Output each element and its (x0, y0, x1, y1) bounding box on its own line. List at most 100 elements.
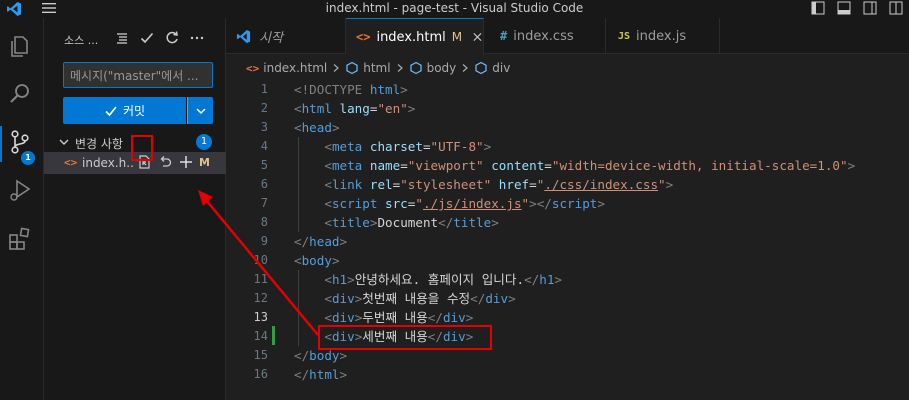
title-bar: index.html - page-test - Visual Studio C… (0, 0, 909, 18)
code-line[interactable]: <div>첫번째 내용을 수정</div> (294, 289, 515, 308)
code-line[interactable]: <title>Document</title> (294, 213, 499, 232)
search-icon[interactable] (6, 80, 34, 108)
discard-changes-icon[interactable] (157, 154, 173, 170)
check-icon (105, 105, 117, 116)
code-token: </ (294, 348, 310, 363)
html-file-icon: <> (64, 156, 78, 169)
code-token: > (400, 82, 408, 97)
code-token: title (453, 215, 492, 230)
code-token: < (324, 177, 332, 192)
code-token: < (324, 196, 332, 211)
commit-check-icon[interactable] (139, 30, 155, 46)
tab-index-js[interactable]: JS index.js (606, 18, 720, 54)
code-line[interactable]: <meta name="viewport" content="width=dev… (294, 156, 855, 175)
toggle-panel-icon[interactable] (837, 1, 851, 15)
run-debug-icon[interactable] (6, 176, 34, 204)
code-token: </ (427, 310, 443, 325)
changed-file-name: index.h... (82, 156, 134, 170)
commit-button[interactable]: 커밋 (63, 97, 186, 124)
code-line[interactable]: </head> (294, 232, 347, 251)
js-file-icon: JS (618, 30, 631, 42)
code-token: </ (438, 215, 454, 230)
breadcrumb-item[interactable]: body (427, 61, 457, 75)
tab-label: 시작 (259, 30, 283, 46)
code-token: name (369, 158, 401, 173)
code-token: script (551, 196, 598, 211)
code-token: rel (369, 177, 393, 192)
line-number: 12 (253, 291, 268, 305)
code-token: > (347, 272, 355, 287)
code-token: > (491, 215, 499, 230)
code-token: < (324, 215, 332, 230)
css-file-icon: # (500, 29, 508, 43)
breadcrumb-item[interactable]: html (363, 61, 390, 75)
code-token: </ (294, 367, 310, 382)
code-token: " (415, 196, 423, 211)
commit-message-input[interactable]: 메시지("master"에서 ... (63, 62, 213, 88)
code-line[interactable]: <head> (294, 118, 340, 137)
tab-index-html[interactable]: <> index.html M (346, 18, 484, 55)
code-line[interactable]: <link rel="stylesheet" href="./css/index… (294, 175, 673, 194)
tab-index-css[interactable]: # index.css (484, 18, 606, 54)
code-token: <!DOCTYPE (294, 82, 370, 97)
code-token: "viewport" (407, 158, 492, 173)
code-line[interactable]: <body> (294, 251, 340, 270)
code-line[interactable]: </html> (294, 365, 347, 384)
code-token: > (407, 101, 416, 116)
code-token: 두번째 내용 (362, 310, 428, 325)
active-indicator (0, 126, 2, 162)
code-line[interactable]: <!DOCTYPE html> (294, 80, 408, 99)
code-token: > (339, 234, 348, 249)
code-token: src (385, 196, 408, 211)
code-line[interactable]: <html lang="en"> (294, 99, 415, 118)
more-actions-icon[interactable] (189, 30, 205, 46)
code-token: div (442, 310, 466, 325)
tab-welcome[interactable]: 시작 (226, 18, 346, 54)
refresh-icon[interactable] (164, 30, 180, 46)
code-token: > (331, 253, 340, 268)
tab-label: index.css (513, 28, 574, 44)
code-token: > (665, 177, 674, 192)
code-line[interactable]: <script src="./js/index.js"></script> (294, 194, 605, 213)
breadcrumb-item[interactable]: div (492, 61, 510, 75)
code-token: h1 (539, 272, 555, 287)
code-line[interactable]: <meta charset="UTF-8"> (294, 137, 491, 156)
line-number: 11 (253, 272, 268, 286)
code-token: content (491, 158, 545, 173)
close-icon[interactable] (472, 31, 483, 43)
toggle-secondary-sidebar-icon[interactable] (863, 1, 877, 15)
chevron-down-icon (59, 139, 69, 145)
line-number: 13 (253, 310, 268, 324)
code-token: "UTF-8" (430, 139, 484, 154)
code-token: link (331, 177, 370, 192)
chevron-down-icon (195, 107, 206, 114)
code-token: < (324, 272, 332, 287)
line-number: 6 (260, 177, 268, 191)
sidebar-actions (114, 30, 205, 46)
stage-changes-plus-icon[interactable] (178, 154, 194, 170)
code-token: " (658, 177, 666, 192)
code-token: > (483, 139, 492, 154)
symbol-element-icon (475, 61, 487, 75)
customize-layout-icon[interactable] (889, 1, 903, 15)
code-token: html (369, 82, 401, 97)
code-line[interactable]: <h1>안녕하세요. 홈페이지 입니다.</h1> (294, 270, 562, 289)
source-control-sidebar: 소스 ... 메시지("master"에서 ... 커밋 변경 사항 1 <> … (44, 18, 226, 400)
code-token: title (331, 215, 370, 230)
code-token: meta (331, 139, 370, 154)
toggle-sidebar-icon[interactable] (811, 1, 825, 15)
explorer-icon[interactable] (6, 32, 34, 60)
code-token: "en" (377, 101, 408, 116)
code-token: html (309, 367, 340, 382)
view-as-list-icon[interactable] (114, 30, 130, 46)
breadcrumb-item[interactable]: index.html (263, 61, 327, 75)
code-token: lang (339, 101, 370, 116)
code-token: < (324, 158, 332, 173)
code-token: = (529, 177, 537, 192)
commit-dropdown-button[interactable] (187, 97, 213, 124)
extensions-icon[interactable] (6, 224, 34, 252)
